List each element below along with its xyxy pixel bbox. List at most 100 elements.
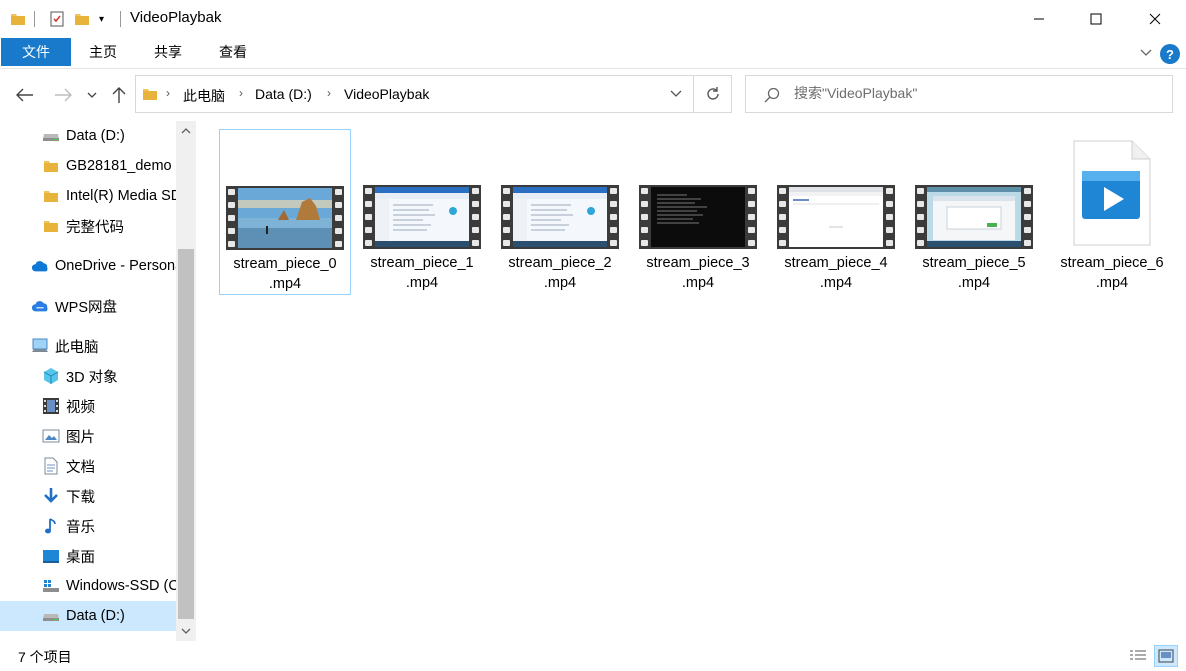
sidebar-item-label: 视频 <box>66 399 95 416</box>
sidebar-item-downloads[interactable]: 下载 <box>0 481 176 511</box>
chevron-down-icon <box>1140 49 1152 56</box>
title-bar: ▾ VideoPlaybak <box>0 0 1186 38</box>
tab-view[interactable]: 查看 <box>209 38 257 66</box>
minimize-button[interactable] <box>1016 0 1062 38</box>
divider <box>34 11 35 27</box>
tab-share[interactable]: 共享 <box>144 38 192 66</box>
folder-icon <box>142 86 158 105</box>
file-item[interactable]: stream_piece_2 .mp4 <box>495 129 627 295</box>
file-item[interactable]: stream_piece_1 .mp4 <box>357 129 489 295</box>
sidebar-item-3d-objects[interactable]: 3D 对象 <box>0 361 176 391</box>
sidebar-item-desktop[interactable]: 桌面 <box>0 541 176 571</box>
window-title: VideoPlaybak <box>130 9 222 26</box>
desktop-icon <box>42 547 60 565</box>
breadcrumb-chevron-icon[interactable]: › <box>166 86 170 100</box>
this-pc-icon <box>31 337 49 355</box>
expand-ribbon-button[interactable] <box>1137 44 1155 62</box>
scroll-up-icon[interactable] <box>176 121 196 141</box>
properties-icon[interactable] <box>48 9 66 29</box>
breadcrumb-this-pc[interactable]: 此电脑 <box>183 86 225 106</box>
refresh-button[interactable] <box>694 75 732 113</box>
arrow-up-icon <box>112 87 126 103</box>
sidebar-item-onedrive[interactable]: OneDrive - Personal <box>0 251 176 281</box>
file-item[interactable]: stream_piece_3 .mp4 <box>633 129 765 295</box>
search-icon <box>764 87 780 106</box>
sidebar-item-data-drive[interactable]: Data (D:) <box>0 121 176 151</box>
address-history-button[interactable] <box>658 75 694 113</box>
sidebar-item-windows-ssd[interactable]: Windows-SSD (C:) <box>0 571 176 601</box>
file-name: stream_piece_1 .mp4 <box>357 253 487 293</box>
downloads-icon <box>42 487 60 505</box>
recent-locations-button[interactable] <box>82 83 102 107</box>
navigation-bar: › 此电脑 › Data (D:) › VideoPlaybak <box>0 69 1186 121</box>
sidebar-item-videos[interactable]: 视频 <box>0 391 176 421</box>
sidebar-item-music[interactable]: 音乐 <box>0 511 176 541</box>
status-bar: 7 个项目 <box>0 641 1186 671</box>
tab-file[interactable]: 文件 <box>1 38 71 66</box>
file-item[interactable]: stream_piece_5 .mp4 <box>909 129 1041 295</box>
documents-icon <box>42 457 60 475</box>
sidebar-item-label: 音乐 <box>66 519 95 536</box>
large-icons-view-button[interactable] <box>1154 645 1178 667</box>
sidebar-item-label: 文档 <box>66 459 95 476</box>
breadcrumb-chevron-icon[interactable]: › <box>327 86 331 100</box>
file-name: stream_piece_4 .mp4 <box>771 253 901 293</box>
file-extension: .mp4 <box>819 275 853 291</box>
maximize-icon <box>1090 13 1102 25</box>
sidebar-item-label: 图片 <box>66 429 95 446</box>
file-name-line: stream_piece_2 <box>508 255 612 271</box>
sidebar-item-complete-code[interactable]: 完整代码 <box>0 211 176 241</box>
maximize-button[interactable] <box>1073 0 1119 38</box>
tab-home[interactable]: 主页 <box>79 38 127 66</box>
file-list: stream_piece_0 .mp4 stream_piece_1 .mp4 … <box>196 121 1186 641</box>
divider <box>120 11 121 27</box>
breadcrumb-videoplaybak[interactable]: VideoPlaybak <box>344 86 429 102</box>
forward-button[interactable] <box>51 83 75 107</box>
sidebar-item-label: WPS网盘 <box>55 299 118 316</box>
up-button[interactable] <box>107 83 131 107</box>
close-button[interactable] <box>1132 0 1178 38</box>
video-thumbnail <box>363 185 481 249</box>
folder-icon <box>42 157 60 175</box>
sidebar-item-documents[interactable]: 文档 <box>0 451 176 481</box>
back-button[interactable] <box>13 83 37 107</box>
sidebar-item-intel-media-sdk[interactable]: Intel(R) Media SDK <box>0 181 176 211</box>
sidebar-scrollbar[interactable] <box>176 121 196 641</box>
file-name: stream_piece_3 .mp4 <box>633 253 763 293</box>
search-input[interactable] <box>794 85 1164 101</box>
music-icon <box>42 517 60 535</box>
video-thumbnail <box>915 185 1033 249</box>
3d-objects-icon <box>42 367 60 385</box>
sidebar-item-data-drive-selected[interactable]: Data (D:) <box>0 601 176 631</box>
sidebar-item-label: 完整代码 <box>66 219 124 236</box>
sidebar-item-label: 此电脑 <box>55 339 99 356</box>
file-extension: .mp4 <box>1095 275 1129 291</box>
item-count: 7 个项目 <box>18 649 72 665</box>
details-view-button[interactable] <box>1126 645 1150 667</box>
sidebar-item-this-pc[interactable]: 此电脑 <box>0 331 176 361</box>
breadcrumb-chevron-icon[interactable]: › <box>239 86 243 100</box>
file-item[interactable]: stream_piece_4 .mp4 <box>771 129 903 295</box>
scroll-down-icon[interactable] <box>176 621 196 641</box>
new-folder-icon[interactable] <box>74 9 90 29</box>
breadcrumb-data-drive[interactable]: Data (D:) <box>255 86 312 102</box>
pictures-icon <box>42 427 60 445</box>
help-button[interactable]: ? <box>1160 44 1180 64</box>
sidebar-item-label: Data (D:) <box>66 608 125 624</box>
search-box[interactable] <box>745 75 1173 113</box>
folder-icon <box>42 187 60 205</box>
file-extension: .mp4 <box>957 275 991 291</box>
file-item[interactable]: stream_piece_0 .mp4 <box>219 129 351 295</box>
arrow-left-icon <box>16 88 33 102</box>
sidebar-item-pictures[interactable]: 图片 <box>0 421 176 451</box>
scrollbar-thumb[interactable] <box>178 249 194 619</box>
onedrive-icon <box>31 257 49 275</box>
sidebar-item-gb28181-demo[interactable]: GB28181_demo <box>0 151 176 181</box>
close-icon <box>1149 13 1161 25</box>
file-item[interactable]: stream_piece_6 .mp4 <box>1047 129 1179 295</box>
sidebar-item-label: 下载 <box>66 489 95 506</box>
address-bar[interactable]: › 此电脑 › Data (D:) › VideoPlaybak <box>135 75 694 113</box>
customize-quick-access-icon[interactable]: ▾ <box>99 9 104 29</box>
sidebar-item-wps-cloud[interactable]: WPS网盘 <box>0 291 176 321</box>
file-name: stream_piece_0 .mp4 <box>220 254 350 294</box>
